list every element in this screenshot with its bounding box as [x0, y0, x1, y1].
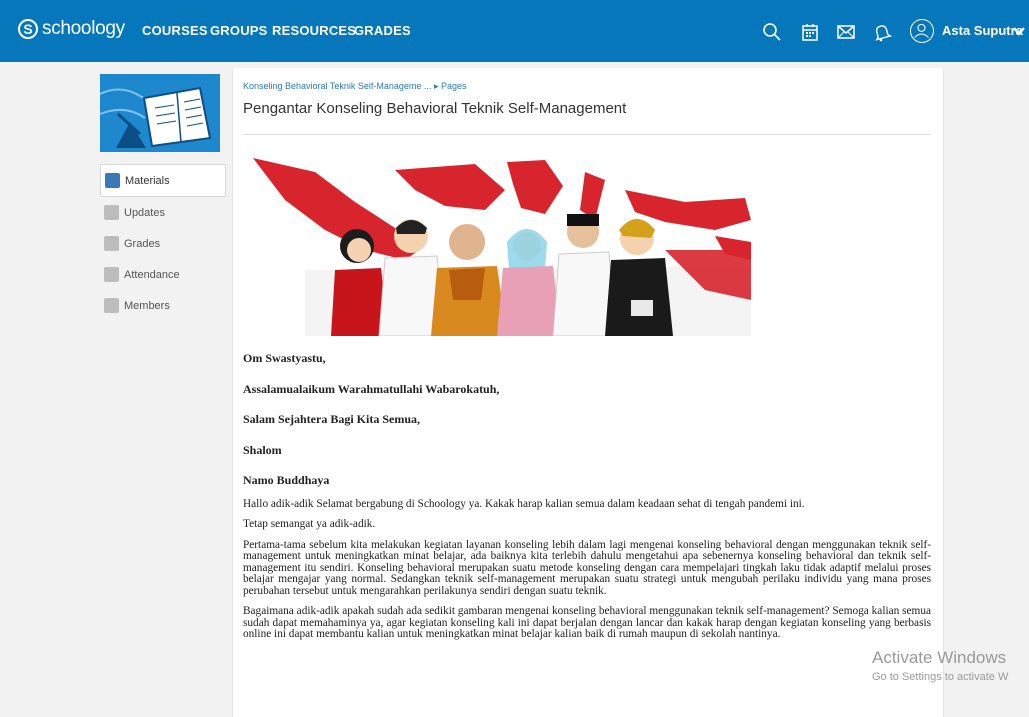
calendar-icon[interactable]	[800, 22, 820, 42]
sidebar-item-label: Grades	[124, 237, 161, 250]
breadcrumb-separator-icon: ▸	[433, 81, 439, 91]
search-icon[interactable]	[762, 22, 782, 42]
nav-courses[interactable]: COURSES	[142, 23, 208, 38]
grades-icon	[104, 236, 119, 251]
watermark-subtitle: Go to Settings to activate W	[872, 671, 1009, 683]
course-sidebar: Materials Updates Grades Attendance Memb…	[100, 74, 226, 321]
top-navigation-bar: S schoology COURSES GROUPS RESOURCES GRA…	[0, 0, 1029, 62]
page-body: Om Swastyastu, Assalamualaikum Warahmatu…	[243, 351, 931, 650]
sidebar-item-materials[interactable]: Materials	[100, 164, 226, 197]
sidebar-item-grades[interactable]: Grades	[100, 228, 226, 259]
sidebar-item-attendance[interactable]: Attendance	[100, 259, 226, 290]
greeting-line: Assalamualaikum Warahmatullahi Wabarokat…	[243, 381, 500, 396]
materials-icon	[105, 173, 120, 188]
sidebar-item-members[interactable]: Members	[100, 290, 226, 321]
sidebar-item-updates[interactable]: Updates	[100, 197, 226, 228]
greeting-line: Shalom	[243, 442, 282, 457]
nav-resources[interactable]: RESOURCES	[272, 23, 356, 38]
updates-icon	[104, 205, 119, 220]
sidebar-item-label: Materials	[125, 174, 170, 187]
page-content: Konseling Behavioral Teknik Self-Managem…	[232, 68, 944, 717]
attendance-icon	[104, 267, 119, 282]
schoology-logo[interactable]: S schoology	[18, 18, 125, 40]
members-icon	[104, 298, 119, 313]
paragraph: Tetap semangat ya adik-adik.	[243, 518, 376, 530]
watermark-title: Activate Windows	[872, 648, 1007, 667]
breadcrumb-course-link[interactable]: Konseling Behavioral Teknik Self-Managem…	[243, 81, 431, 91]
nav-groups[interactable]: GROUPS	[210, 23, 268, 38]
notifications-bell-icon[interactable]	[872, 22, 893, 42]
paragraph: Pertama-tama sebelum kita melakukan kegi…	[243, 538, 931, 597]
page-title: Pengantar Konseling Behavioral Teknik Se…	[243, 100, 627, 117]
greeting-line: Om Swastyastu,	[243, 351, 326, 365]
paragraph: Bagaimana adik-adik apakah sudah ada sed…	[243, 605, 931, 640]
greeting-line: Namo Buddhaya	[243, 473, 330, 487]
banner-image	[245, 150, 751, 336]
schoology-logo-icon: S	[18, 19, 38, 39]
course-navigation: Materials Updates Grades Attendance Memb…	[100, 164, 226, 321]
divider	[243, 134, 931, 135]
course-profile-image	[100, 74, 220, 152]
user-name[interactable]: Asta Suputra	[942, 23, 1023, 38]
sidebar-item-label: Updates	[124, 206, 165, 219]
greeting-line: Salam Sejahtera Bagi Kita Semua,	[243, 412, 420, 426]
nav-grades[interactable]: GRADES	[354, 23, 411, 38]
windows-activation-watermark: Activate Windows Go to Settings to activ…	[872, 648, 1008, 683]
breadcrumb-pages-link[interactable]: Pages	[441, 81, 467, 91]
paragraph: Hallo adik-adik Selamat bergabung di Sch…	[243, 497, 805, 510]
chevron-down-icon[interactable]	[1012, 24, 1026, 38]
messages-icon[interactable]	[836, 22, 856, 42]
sidebar-item-label: Members	[124, 299, 170, 312]
breadcrumb: Konseling Behavioral Teknik Self-Managem…	[243, 81, 467, 92]
user-avatar[interactable]	[910, 19, 934, 43]
schoology-logo-text: schoology	[42, 18, 125, 39]
sidebar-item-label: Attendance	[124, 268, 180, 281]
